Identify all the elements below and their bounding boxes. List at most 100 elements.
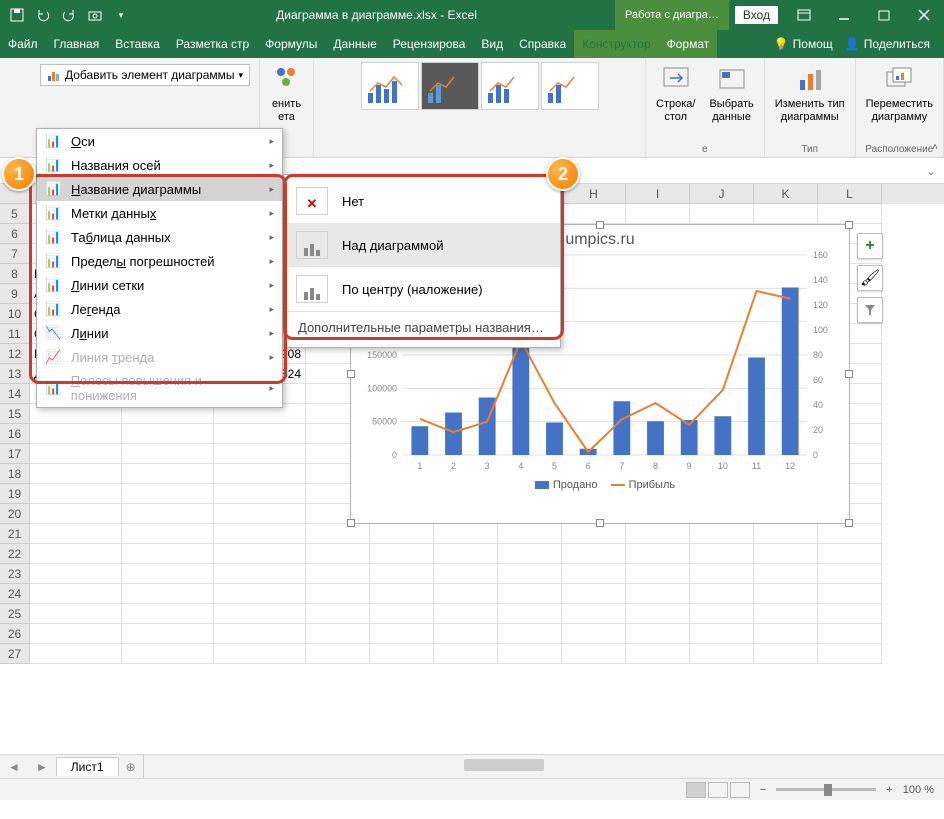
cell[interactable] xyxy=(214,484,306,504)
cell[interactable] xyxy=(754,204,818,224)
row-header[interactable]: 14 xyxy=(0,384,30,404)
tab-help[interactable]: Справка xyxy=(511,30,574,58)
cell[interactable] xyxy=(434,624,498,644)
row-header[interactable]: 19 xyxy=(0,484,30,504)
tab-formulas[interactable]: Формулы xyxy=(257,30,325,58)
cell[interactable] xyxy=(818,624,882,644)
tab-insert[interactable]: Вставка xyxy=(107,30,168,58)
cell[interactable] xyxy=(690,644,754,664)
page-layout-view-button[interactable] xyxy=(708,782,728,798)
close-button[interactable] xyxy=(904,0,944,30)
cell[interactable] xyxy=(30,444,122,464)
cell[interactable] xyxy=(370,564,434,584)
cell[interactable] xyxy=(122,484,214,504)
row-header[interactable]: 25 xyxy=(0,604,30,624)
zoom-level[interactable]: 100 % xyxy=(903,784,934,796)
cell[interactable] xyxy=(122,464,214,484)
cell[interactable] xyxy=(214,624,306,644)
cell[interactable] xyxy=(434,524,498,544)
row-header[interactable]: 17 xyxy=(0,444,30,464)
menu-legend[interactable]: 📊ЛегендаЛегенда▸ xyxy=(37,297,282,321)
row-header[interactable]: 15 xyxy=(0,404,30,424)
cell[interactable] xyxy=(370,544,434,564)
cell[interactable] xyxy=(214,564,306,584)
cell[interactable] xyxy=(122,604,214,624)
cell[interactable] xyxy=(626,204,690,224)
cell[interactable] xyxy=(562,644,626,664)
cell[interactable] xyxy=(626,564,690,584)
cell[interactable] xyxy=(122,424,214,444)
add-chart-element-button[interactable]: Добавить элемент диаграммы ▾ xyxy=(40,64,250,86)
collapse-ribbon-icon[interactable]: ˄ xyxy=(932,142,938,153)
cell[interactable] xyxy=(754,524,818,544)
cell[interactable] xyxy=(370,644,434,664)
cell[interactable] xyxy=(306,624,370,644)
cell[interactable] xyxy=(818,564,882,584)
minimize-button[interactable] xyxy=(824,0,864,30)
cell[interactable] xyxy=(562,584,626,604)
cell[interactable] xyxy=(626,584,690,604)
sheet-nav-next[interactable]: ► xyxy=(28,760,56,774)
cell[interactable] xyxy=(434,544,498,564)
cell[interactable] xyxy=(122,644,214,664)
row-header[interactable]: 9 xyxy=(0,284,30,304)
cell[interactable] xyxy=(30,564,122,584)
sheet-tab-1[interactable]: Лист1 xyxy=(56,757,119,776)
share-button[interactable]: 👤 Поделиться xyxy=(845,37,930,51)
cell[interactable] xyxy=(626,524,690,544)
tab-file[interactable]: Файл xyxy=(0,30,46,58)
cell[interactable] xyxy=(30,524,122,544)
cell[interactable] xyxy=(690,204,754,224)
cell[interactable] xyxy=(818,524,882,544)
submenu-above[interactable]: Над диаграммой xyxy=(284,223,560,267)
menu-chart-title[interactable]: 📊Название диаграммыНазвание диаграммы▸ xyxy=(37,177,282,201)
row-header[interactable]: 13 xyxy=(0,364,30,384)
cell[interactable] xyxy=(690,624,754,644)
select-data-button[interactable]: Выбрать данные xyxy=(705,62,757,126)
cell[interactable] xyxy=(122,624,214,644)
submenu-none[interactable]: ✕ Нет xyxy=(284,179,560,223)
cell[interactable] xyxy=(306,544,370,564)
cell[interactable] xyxy=(690,584,754,604)
row-header[interactable]: 21 xyxy=(0,524,30,544)
chart-style-thumb[interactable] xyxy=(421,62,479,110)
cell[interactable] xyxy=(30,584,122,604)
row-header[interactable]: 12 xyxy=(0,344,30,364)
cell[interactable] xyxy=(30,464,122,484)
cell[interactable] xyxy=(214,584,306,604)
cell[interactable] xyxy=(690,604,754,624)
cell[interactable] xyxy=(562,564,626,584)
cell[interactable] xyxy=(626,644,690,664)
menu-axis-titles[interactable]: 📊Названия осей▸ xyxy=(37,153,282,177)
cell[interactable] xyxy=(754,564,818,584)
cell[interactable] xyxy=(306,644,370,664)
column-header[interactable]: K xyxy=(754,184,818,204)
row-header[interactable]: 20 xyxy=(0,504,30,524)
menu-data-labels[interactable]: 📊Метки данныхМетки данных▸ xyxy=(37,201,282,225)
cell[interactable] xyxy=(214,504,306,524)
cell[interactable] xyxy=(214,544,306,564)
row-header[interactable]: 5 xyxy=(0,204,30,224)
cell[interactable] xyxy=(562,624,626,644)
page-break-view-button[interactable] xyxy=(730,782,750,798)
cell[interactable] xyxy=(498,584,562,604)
cell[interactable] xyxy=(306,524,370,544)
cell[interactable] xyxy=(122,584,214,604)
cell[interactable] xyxy=(754,584,818,604)
column-header[interactable]: J xyxy=(690,184,754,204)
tab-home[interactable]: Главная xyxy=(46,30,108,58)
maximize-button[interactable] xyxy=(864,0,904,30)
signin-button[interactable]: Вход xyxy=(735,6,778,24)
cell[interactable] xyxy=(626,624,690,644)
cell[interactable] xyxy=(30,484,122,504)
tab-data[interactable]: Данные xyxy=(325,30,384,58)
zoom-in-button[interactable]: + xyxy=(886,784,892,796)
cell[interactable] xyxy=(818,584,882,604)
cell[interactable] xyxy=(434,564,498,584)
menu-axes[interactable]: 📊ООсиси▸ xyxy=(37,129,282,153)
cell[interactable] xyxy=(122,564,214,584)
chart-elements-button[interactable]: + xyxy=(857,233,883,259)
cell[interactable] xyxy=(434,644,498,664)
cell[interactable] xyxy=(626,544,690,564)
submenu-more-options[interactable]: Дополнительные параметры названия… xyxy=(284,311,560,343)
